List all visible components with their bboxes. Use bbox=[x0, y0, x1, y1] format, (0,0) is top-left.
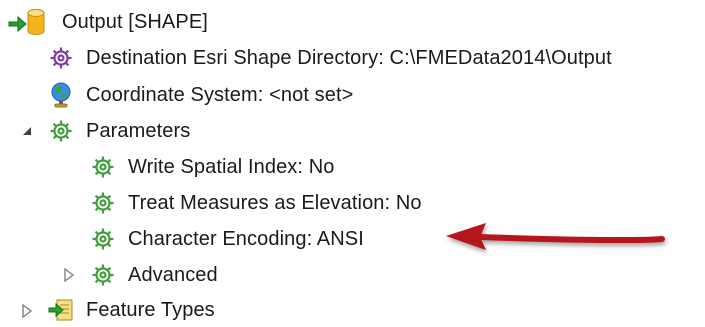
red-arrow-annotation bbox=[446, 223, 665, 250]
green-gear-icon bbox=[48, 118, 74, 144]
green-gear-icon bbox=[90, 262, 116, 288]
green-gear-icon bbox=[90, 190, 116, 216]
coordinate-system-label: Coordinate System: <not set> bbox=[86, 83, 354, 106]
tree-item-treat-measures-as-elevation[interactable]: Treat Measures as Elevation: No bbox=[90, 185, 422, 221]
tree-item-output[interactable]: Output [SHAPE] bbox=[8, 4, 208, 40]
collapse-triangle-icon[interactable] bbox=[20, 124, 34, 138]
tree-item-advanced[interactable]: Advanced bbox=[90, 257, 218, 293]
destination-label: Destination Esri Shape Directory: C:\FME… bbox=[86, 46, 612, 69]
tree-item-feature-types[interactable]: Feature Types bbox=[48, 292, 215, 327]
feature-types-icon bbox=[48, 297, 74, 323]
expand-triangle-icon[interactable] bbox=[20, 304, 34, 318]
green-gear-icon bbox=[90, 154, 116, 180]
database-writer-icon bbox=[8, 9, 46, 35]
parameters-label: Parameters bbox=[86, 119, 191, 142]
purple-gear-icon bbox=[48, 45, 74, 71]
tree-item-character-encoding[interactable]: Character Encoding: ANSI bbox=[90, 221, 364, 257]
green-gear-icon bbox=[90, 226, 116, 252]
advanced-label: Advanced bbox=[128, 263, 218, 286]
character-encoding-label: Character Encoding: ANSI bbox=[128, 227, 364, 250]
write-spatial-index-label: Write Spatial Index: No bbox=[128, 155, 335, 178]
tree-item-destination-directory[interactable]: Destination Esri Shape Directory: C:\FME… bbox=[48, 40, 612, 76]
globe-icon bbox=[48, 82, 74, 108]
tree-item-write-spatial-index[interactable]: Write Spatial Index: No bbox=[90, 149, 334, 185]
tree-item-coordinate-system[interactable]: Coordinate System: <not set> bbox=[48, 77, 353, 113]
feature-types-label: Feature Types bbox=[86, 298, 215, 321]
expand-triangle-icon[interactable] bbox=[62, 268, 76, 282]
treat-measures-label: Treat Measures as Elevation: No bbox=[128, 191, 422, 214]
tree-item-parameters[interactable]: Parameters bbox=[48, 113, 190, 149]
output-label: Output [SHAPE] bbox=[62, 10, 208, 33]
